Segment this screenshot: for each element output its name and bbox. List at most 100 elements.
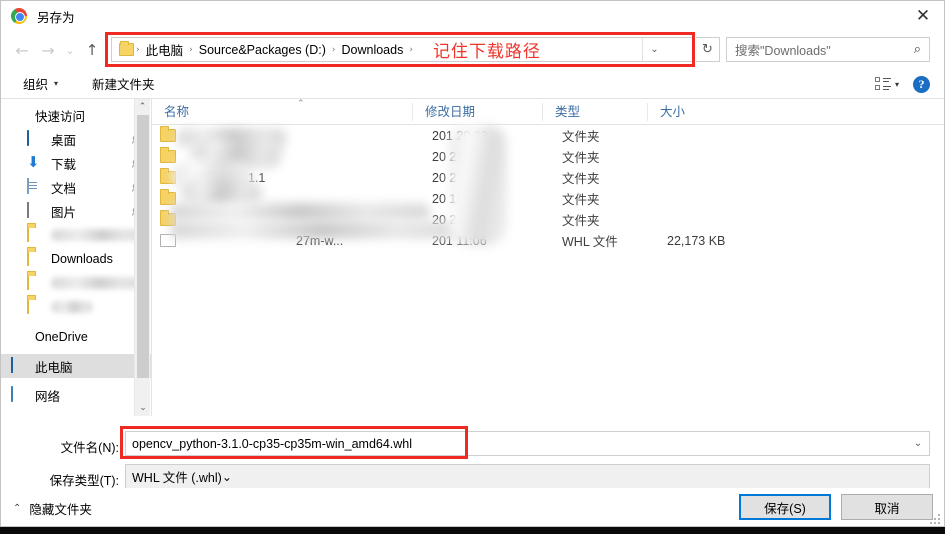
table-row[interactable]: 20 21:17 文件夹 (152, 146, 944, 167)
sidebar-item-label: 下载 (51, 157, 77, 172)
recent-locations-button[interactable]: ⌄ (61, 37, 79, 63)
column-header-type[interactable]: 类型 (542, 102, 647, 121)
folder-icon (160, 210, 176, 226)
back-button[interactable]: ← (9, 37, 35, 63)
file-type: 文件夹 (562, 193, 600, 207)
sidebar-item-label: 此电脑 (35, 360, 73, 375)
folder-icon (27, 274, 44, 291)
sidebar-item-desktop[interactable]: 桌面 ⚲ (1, 127, 151, 151)
file-date: 20 15:37 (432, 191, 481, 206)
table-row-selected[interactable]: 27m-w... 201 11:06 WHL 文件 22,173 KB (152, 230, 944, 251)
chevron-up-icon: ⌃ (13, 503, 22, 514)
sidebar-item-label: 网络 (35, 389, 61, 404)
new-folder-button[interactable]: 新建文件夹 (84, 74, 163, 93)
file-type-value: WHL 文件 (.whl) (132, 471, 222, 485)
breadcrumb-item-downloads[interactable]: Downloads (337, 43, 407, 57)
sidebar-item-redacted-1[interactable] (1, 223, 151, 247)
command-bar: 组织 ▾ 新建文件夹 ▾ ? (1, 69, 944, 99)
sidebar-item-label: Downloads (51, 252, 113, 266)
taskbar-strip (0, 527, 945, 534)
folder-icon (27, 250, 44, 267)
chevron-down-icon: ▾ (54, 79, 59, 88)
view-options-icon[interactable] (874, 77, 891, 91)
file-type-select[interactable]: WHL 文件 (.whl) ⌄ (125, 464, 930, 489)
hide-folders-toggle[interactable]: ⌃ 隐藏文件夹 (13, 499, 92, 518)
chevron-down-icon[interactable]: ⌄ (907, 432, 929, 455)
scroll-up-icon[interactable]: ⌃ (135, 99, 150, 115)
sidebar-item-pictures[interactable]: 图片 ⚲ (1, 199, 151, 223)
address-dropdown-icon[interactable]: ⌄ (642, 38, 666, 61)
chevron-down-icon[interactable]: ⌄ (222, 470, 232, 484)
file-date: 201 11:06 (432, 233, 487, 248)
sidebar-item-network[interactable]: 网络 (1, 383, 151, 407)
folder-icon (119, 41, 134, 56)
column-header-name[interactable]: 名称 (152, 103, 412, 121)
scroll-down-icon[interactable]: ⌄ (135, 400, 151, 416)
search-input[interactable]: 搜索"Downloads" ⌕ (726, 37, 930, 62)
file-name-label: 文件名(N): (60, 441, 119, 455)
sidebar-item-redacted-3[interactable] (1, 295, 151, 319)
file-icon (160, 234, 176, 247)
table-row[interactable]: 20 15:37 文件夹 (152, 188, 944, 209)
organize-label: 组织 (23, 78, 49, 92)
search-icon: ⌕ (913, 42, 921, 57)
annotation-remember-path: 记住下载路径 (432, 42, 541, 61)
breadcrumb-item-this-pc[interactable]: 此电脑 (142, 40, 188, 59)
navigation-pane: 快速访问 桌面 ⚲ ⬇ 下载 ⚲ 文档 ⚲ 图片 ⚲ (1, 99, 151, 416)
file-name-value: opencv_python-3.1.0-cp35-cp35m-win_amd64… (132, 436, 413, 451)
folder-icon (160, 168, 176, 184)
sidebar-item-onedrive[interactable]: OneDrive (1, 325, 151, 349)
up-button[interactable]: ↑ (79, 37, 105, 63)
resize-grip[interactable] (930, 514, 940, 524)
sidebar-item-documents[interactable]: 文档 ⚲ (1, 175, 151, 199)
download-icon: ⬇ (27, 153, 40, 171)
sidebar-item-quick-access[interactable]: 快速访问 (1, 103, 151, 127)
hide-folders-label: 隐藏文件夹 (29, 503, 92, 517)
save-as-dialog: 另存为 ✕ ← → ⌄ ↑ › 此电脑 › Source&Packages (D… (0, 0, 945, 527)
sidebar-item-redacted-2[interactable] (1, 271, 151, 295)
sidebar-item-downloads-folder[interactable]: Downloads (1, 247, 151, 271)
chrome-logo-icon (11, 7, 28, 25)
desktop-icon (27, 130, 44, 147)
address-bar[interactable]: › 此电脑 › Source&Packages (D:) › Downloads… (111, 37, 694, 62)
forward-button[interactable]: → (35, 37, 61, 63)
title-bar: 另存为 ✕ (1, 1, 944, 31)
chevron-down-icon[interactable]: ▾ (895, 80, 899, 89)
document-icon (27, 178, 44, 195)
file-date: 201 20:33 (432, 128, 488, 143)
refresh-icon[interactable]: ↻ (696, 37, 720, 62)
cancel-button[interactable]: 取消 (841, 494, 933, 520)
file-list-pane: 名称 修改日期 类型 大小 ⌃ 201 20:33 文件夹 20 21:17 文… (152, 99, 944, 416)
folder-icon (160, 147, 176, 163)
file-type: 文件夹 (562, 130, 600, 144)
scrollbar-thumb[interactable] (137, 115, 149, 378)
save-button[interactable]: 保存(S) (739, 494, 831, 520)
sidebar-item-label: 快速访问 (35, 109, 86, 124)
this-pc-icon (11, 357, 28, 374)
folder-icon (160, 189, 176, 205)
help-icon[interactable]: ? (913, 75, 930, 93)
navigation-pane-scrollbar[interactable]: ⌃ ⌄ (134, 99, 150, 416)
table-row[interactable]: 1.1 20 2:10 文件夹 (152, 167, 944, 188)
column-header-date[interactable]: 修改日期 (412, 102, 542, 121)
file-name-input[interactable]: opencv_python-3.1.0-cp35-cp35m-win_amd64… (125, 431, 930, 456)
table-row[interactable]: 201 20:33 文件夹 (152, 125, 944, 146)
file-type-label: 保存类型(T): (49, 474, 119, 488)
column-header-size[interactable]: 大小 (647, 102, 752, 121)
file-date: 20 21:17 (432, 149, 481, 164)
close-icon[interactable]: ✕ (900, 1, 944, 31)
network-icon (11, 386, 28, 403)
dialog-body: 快速访问 桌面 ⚲ ⬇ 下载 ⚲ 文档 ⚲ 图片 ⚲ (1, 99, 944, 416)
file-type: 文件夹 (562, 214, 600, 228)
sidebar-item-downloads-qa[interactable]: ⬇ 下载 ⚲ (1, 151, 151, 175)
sidebar-item-this-pc[interactable]: 此电脑 (1, 354, 151, 378)
file-list-header: 名称 修改日期 类型 大小 ⌃ (152, 99, 944, 125)
sidebar-item-label-redacted (51, 277, 139, 289)
breadcrumb-item-drive[interactable]: Source&Packages (D:) (195, 43, 330, 57)
sidebar-item-label: 图片 (51, 205, 77, 220)
folder-icon (27, 298, 44, 315)
organize-button[interactable]: 组织 ▾ (15, 74, 66, 93)
file-date: 20 22:51 (432, 212, 481, 227)
table-row[interactable]: 20 22:51 文件夹 (152, 209, 944, 230)
file-size: 22,173 KB (667, 233, 726, 248)
